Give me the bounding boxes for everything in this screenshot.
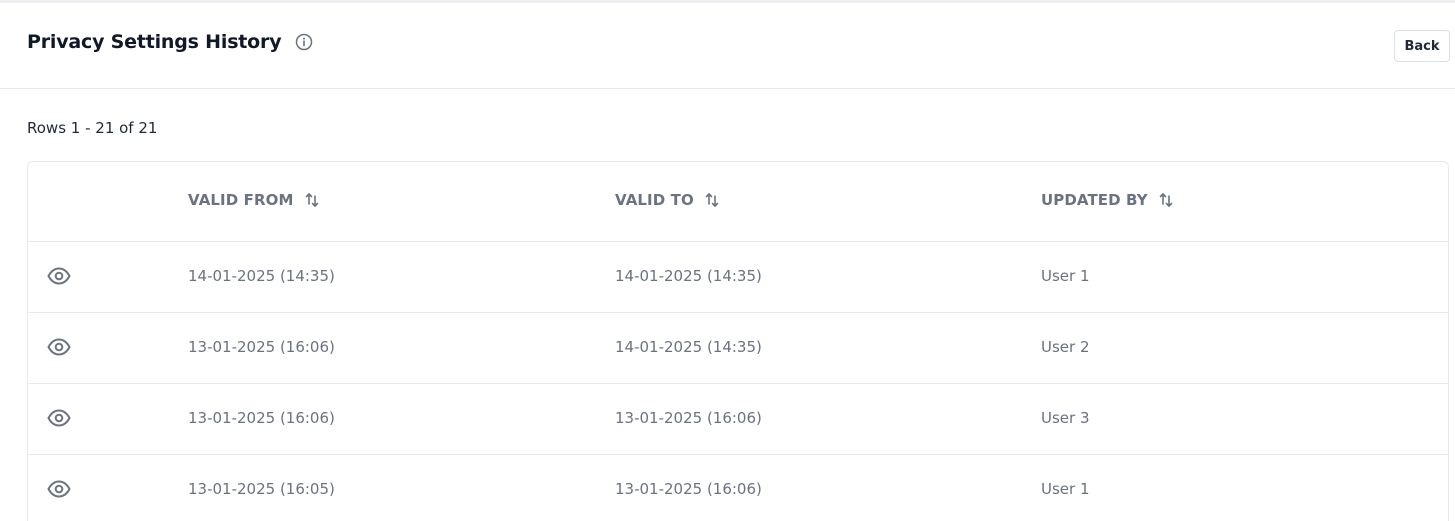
- table-row: 13-01-2025 (16:06) 14-01-2025 (14:35) Us…: [28, 313, 1448, 384]
- table-row: 13-01-2025 (16:06) 13-01-2025 (16:06) Us…: [28, 384, 1448, 455]
- valid-to-cell: 14-01-2025 (14:35): [615, 267, 762, 285]
- updated-by-cell: User 1: [1041, 267, 1090, 285]
- sort-arrows-icon[interactable]: [704, 191, 720, 209]
- valid-from-cell: 13-01-2025 (16:05): [188, 480, 335, 498]
- column-header-updated-by[interactable]: UPDATED BY: [1041, 191, 1174, 209]
- sort-arrows-icon[interactable]: [1158, 191, 1174, 209]
- updated-by-cell: User 1: [1041, 480, 1090, 498]
- history-table: VALID FROM VALID TO UPDATED BY 14-01-202…: [27, 161, 1449, 521]
- column-header-valid-from[interactable]: VALID FROM: [188, 191, 320, 209]
- eye-icon[interactable]: [47, 479, 71, 499]
- sort-arrows-icon[interactable]: [304, 191, 320, 209]
- valid-to-cell: 14-01-2025 (14:35): [615, 338, 762, 356]
- valid-from-cell: 13-01-2025 (16:06): [188, 338, 335, 356]
- column-header-label: VALID TO: [615, 191, 694, 209]
- privacy-settings-history-page: Privacy Settings History Back Rows 1 - 2…: [0, 0, 1455, 521]
- updated-by-cell: User 3: [1041, 409, 1090, 427]
- eye-icon[interactable]: [47, 408, 71, 428]
- back-button[interactable]: Back: [1394, 30, 1450, 62]
- column-header-valid-to[interactable]: VALID TO: [615, 191, 720, 209]
- eye-icon[interactable]: [47, 266, 71, 286]
- valid-from-cell: 14-01-2025 (14:35): [188, 267, 335, 285]
- page-header: Privacy Settings History Back: [0, 3, 1455, 89]
- title-group: Privacy Settings History: [27, 31, 313, 53]
- valid-from-cell: 13-01-2025 (16:06): [188, 409, 335, 427]
- column-header-label: UPDATED BY: [1041, 191, 1148, 209]
- rows-summary: Rows 1 - 21 of 21: [27, 119, 158, 137]
- column-header-label: VALID FROM: [188, 191, 294, 209]
- table-row: 14-01-2025 (14:35) 14-01-2025 (14:35) Us…: [28, 242, 1448, 313]
- page-title: Privacy Settings History: [27, 31, 282, 53]
- valid-to-cell: 13-01-2025 (16:06): [615, 409, 762, 427]
- updated-by-cell: User 2: [1041, 338, 1090, 356]
- table-row: 13-01-2025 (16:05) 13-01-2025 (16:06) Us…: [28, 455, 1448, 521]
- table-header: VALID FROM VALID TO UPDATED BY: [28, 162, 1448, 242]
- eye-icon[interactable]: [47, 337, 71, 357]
- valid-to-cell: 13-01-2025 (16:06): [615, 480, 762, 498]
- info-circle-icon[interactable]: [295, 33, 313, 51]
